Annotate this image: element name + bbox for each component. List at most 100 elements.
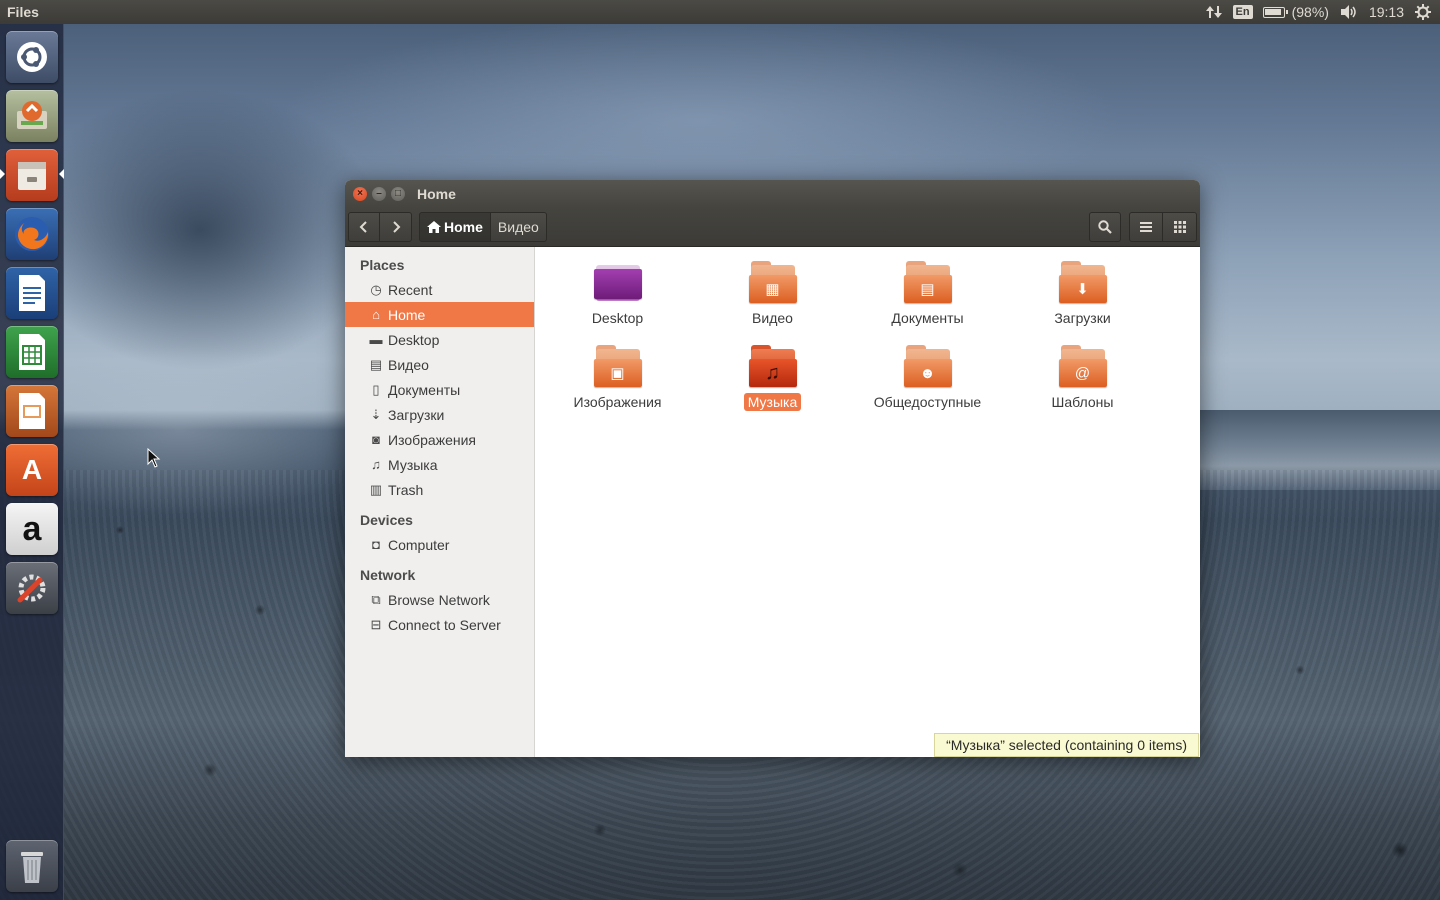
breadcrumb-home[interactable]: Home	[419, 212, 491, 242]
network-updown-icon[interactable]	[1205, 4, 1223, 20]
launcher-trash[interactable]	[6, 840, 58, 892]
sidebar-item-desktop[interactable]: ▬ Desktop	[345, 327, 534, 352]
file-item-public[interactable]: ☻ Общедоступные	[850, 341, 1005, 411]
settings-gear-icon[interactable]	[1414, 3, 1432, 21]
sidebar-item-connect-to-server[interactable]: ⊟ Connect to Server	[345, 612, 534, 637]
launcher-software-updater[interactable]	[6, 90, 58, 142]
desktop-folder-icon: ▬	[369, 332, 383, 347]
sidebar-item-browse-network[interactable]: ⧉ Browse Network	[345, 587, 534, 612]
file-item-pictures[interactable]: ▣ Изображения	[540, 341, 695, 411]
launcher-active-pip-left	[0, 169, 5, 179]
trash-icon: ▥	[369, 481, 383, 497]
launcher-libreoffice-impress[interactable]	[6, 385, 58, 437]
top-panel: Files En (98%) 19:13	[0, 0, 1440, 24]
chevron-right-icon	[392, 221, 400, 233]
list-view-button[interactable]	[1129, 212, 1163, 242]
file-item-downloads[interactable]: ⬇ Загрузки	[1005, 257, 1160, 327]
battery-percentage: (98%)	[1291, 4, 1329, 20]
file-item-label: Музыка	[743, 393, 802, 411]
launcher-libreoffice-writer[interactable]	[6, 267, 58, 319]
sidebar-item-pictures[interactable]: ◙ Изображения	[345, 427, 534, 452]
clock[interactable]: 19:13	[1369, 4, 1404, 20]
back-button[interactable]	[348, 212, 380, 242]
search-button[interactable]	[1089, 212, 1121, 242]
file-item-label: Desktop	[591, 310, 644, 326]
sidebar-item-downloads[interactable]: ⇣ Загрузки	[345, 402, 534, 427]
file-item-label: Загрузки	[1054, 310, 1111, 326]
indicator-area: En (98%) 19:13	[1205, 3, 1440, 21]
grid-view-icon	[1173, 221, 1186, 233]
launcher-libreoffice-calc[interactable]	[6, 326, 58, 378]
window-maximize-button[interactable]: □	[391, 187, 405, 201]
sidebar-item-video[interactable]: ▤ Видео	[345, 352, 534, 377]
file-item-label: Общедоступные	[873, 394, 982, 410]
file-item-documents[interactable]: ▤ Документы	[850, 257, 1005, 327]
ubuntu-logo-icon	[17, 42, 47, 72]
calc-icon	[19, 334, 45, 370]
window-minimize-button[interactable]: –	[372, 187, 386, 201]
battery-indicator[interactable]: (98%)	[1262, 4, 1329, 20]
file-view[interactable]: Desktop ▦ Видео ▤ Документы ⬇ Загрузки ▣…	[535, 247, 1200, 757]
sidebar-item-documents[interactable]: ▯ Документы	[345, 377, 534, 402]
battery-icon	[1262, 6, 1288, 18]
breadcrumb-home-label: Home	[444, 219, 483, 235]
window-close-button[interactable]: ×	[353, 187, 367, 201]
window-titlebar[interactable]: × – □ Home	[345, 180, 1200, 208]
keyboard-layout-indicator[interactable]: En	[1232, 5, 1253, 19]
home-icon	[427, 221, 441, 233]
file-item-music[interactable]: ♫ Музыка	[695, 341, 850, 411]
icon-grid: Desktop ▦ Видео ▤ Документы ⬇ Загрузки ▣…	[535, 257, 1160, 411]
grid-view-button[interactable]	[1163, 212, 1197, 242]
launcher-files[interactable]	[6, 149, 58, 201]
sidebar-item-trash[interactable]: ▥ Trash	[345, 477, 534, 502]
file-cabinet-icon	[18, 162, 46, 190]
trash-can-icon	[21, 852, 43, 883]
sidebar-item-label: Музыка	[388, 456, 438, 473]
music-note-icon: ♫	[371, 457, 381, 472]
music-folder-icon: ♫	[748, 345, 797, 389]
toolbar-right	[1089, 212, 1197, 242]
volume-icon[interactable]	[1339, 4, 1359, 20]
view-toggle	[1129, 212, 1197, 242]
file-item-templates[interactable]: @ Шаблоны	[1005, 341, 1160, 411]
breadcrumb: Home Видео	[419, 212, 547, 242]
sidebar-item-recent[interactable]: ◷ Recent	[345, 277, 534, 302]
launcher-dash-home[interactable]	[6, 31, 58, 83]
sidebar-item-computer[interactable]: ◘ Computer	[345, 532, 534, 557]
file-item-video[interactable]: ▦ Видео	[695, 257, 850, 327]
film-icon: ▤	[369, 356, 383, 372]
forward-button[interactable]	[380, 212, 412, 242]
launcher-system-settings[interactable]	[6, 562, 58, 614]
file-item-label: Видео	[752, 310, 793, 326]
sidebar-item-label: Desktop	[388, 331, 440, 348]
launcher-amazon[interactable]: a	[6, 503, 58, 555]
sidebar-item-home[interactable]: ⌂ Home	[345, 302, 534, 327]
sidebar-item-label: Trash	[388, 481, 424, 498]
file-item-label: Шаблоны	[1051, 394, 1114, 410]
desktop-folder-icon	[593, 261, 642, 305]
file-item-desktop[interactable]: Desktop	[540, 257, 695, 327]
launcher-ubuntu-software-center[interactable]: A	[6, 444, 58, 496]
file-item-label: Документы	[891, 310, 964, 326]
writer-icon	[19, 275, 45, 311]
minimize-icon: –	[376, 188, 382, 199]
sidebar-item-label: Документы	[388, 381, 461, 398]
sidebar-item-label: Изображения	[388, 431, 476, 448]
close-icon: ×	[357, 188, 363, 199]
home-icon: ⌂	[372, 307, 380, 322]
launcher-active-pip-right	[59, 169, 64, 179]
files-window: × – □ Home Home Видео Places ◷ Recent ⌂ …	[345, 180, 1200, 757]
launcher-firefox[interactable]	[6, 208, 58, 260]
file-item-label: Изображения	[573, 394, 662, 410]
history-nav	[348, 212, 412, 242]
sidebar-item-music[interactable]: ♫ Музыка	[345, 452, 534, 477]
sidebar-header-network: Network	[360, 567, 416, 583]
breadcrumb-video[interactable]: Видео	[490, 212, 547, 242]
server-icon: ⊟	[370, 616, 382, 632]
shopping-bag-icon: A	[21, 454, 43, 485]
mouse-pointer-icon	[147, 448, 161, 468]
sidebar-item-label: Home	[388, 306, 426, 323]
downloads-folder-icon: ⬇	[1058, 261, 1107, 305]
breadcrumb-video-label: Видео	[497, 219, 539, 235]
sidebar-item-label: Computer	[388, 536, 450, 553]
